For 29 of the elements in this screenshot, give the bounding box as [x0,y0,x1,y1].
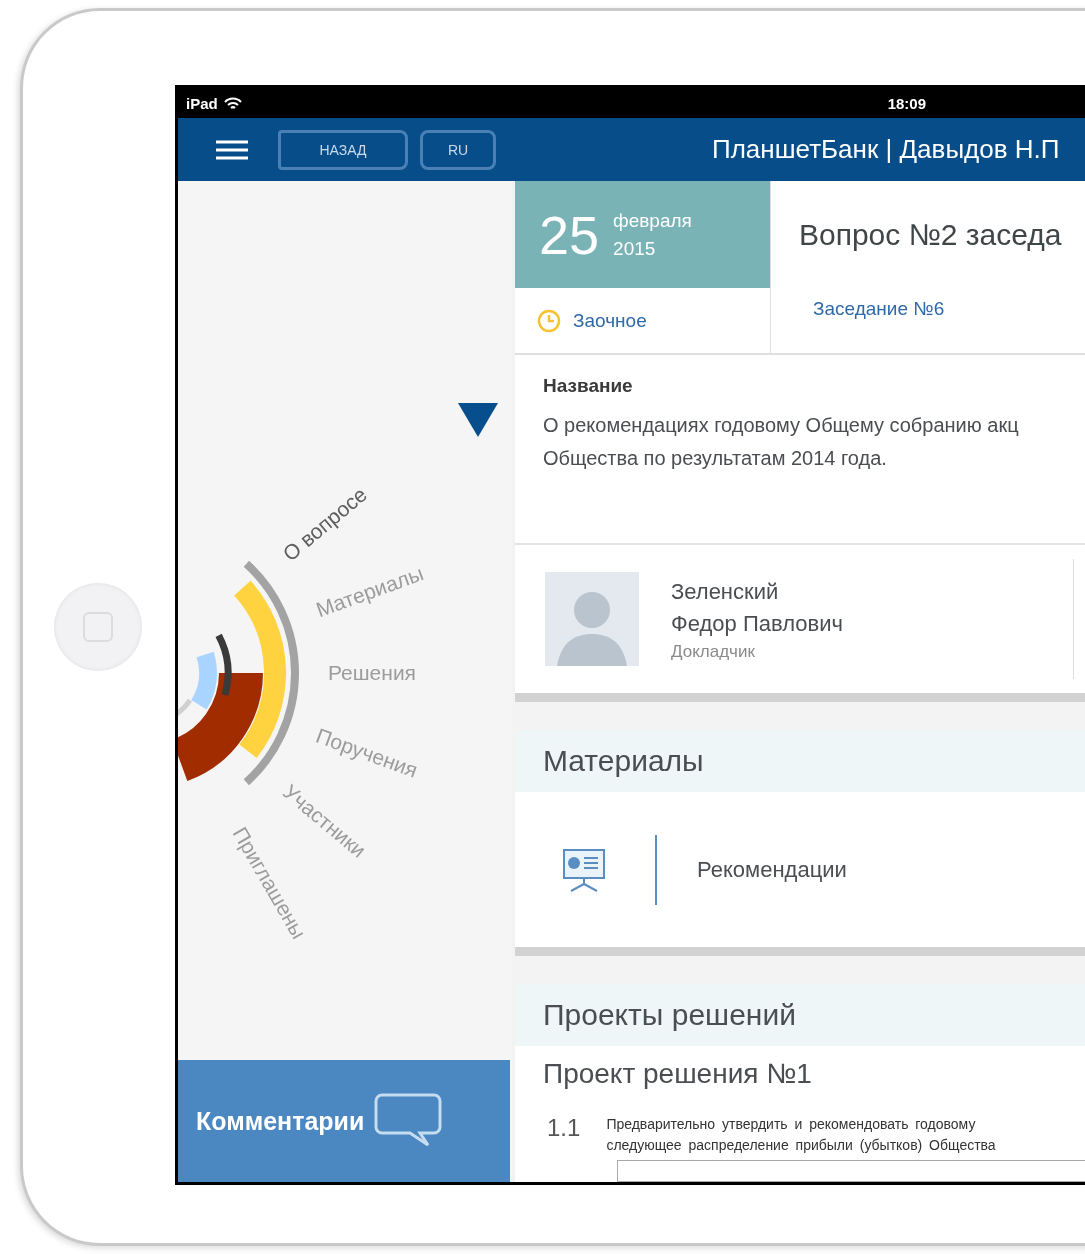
back-button[interactable]: НАЗАД [278,129,408,170]
date-year: 2015 [613,237,657,260]
meeting-link[interactable]: Заседание №6 [813,298,945,319]
status-time: 18:09 [887,94,927,112]
question-name: О рекомендациях годовому Общему собранию акц Общества по результатам 2014 года. [543,413,1020,471]
section-header: Материалы [515,730,1085,792]
menu-item[interactable]: Решения [328,660,416,686]
language-button[interactable]: RU [420,129,496,170]
speaker-name: Федор Павлович [671,610,843,638]
material-title[interactable]: Рекомендации [697,856,847,883]
date-day: 25 [539,203,600,266]
item-number: 1.1 [547,1114,581,1143]
app-title: ПланшетБанк | Давыдов Н.П [712,134,1060,165]
date-month: февраля [613,209,692,232]
comments-button[interactable]: Комментарии [178,1060,510,1182]
wifi-icon [223,96,242,110]
meeting-type: Заочное [573,309,647,332]
speaker-role: Докладчик [671,642,756,662]
speaker-surname: Зеленский [671,578,780,606]
question-title: Вопрос №2 заседа [798,216,1063,253]
project-title: Проект решения №1 [542,1057,813,1090]
section-label: Название [543,375,634,397]
section-header: Проекты решений [515,984,1085,1046]
device-name: iPad [186,94,218,112]
triangle-icon[interactable] [458,403,498,437]
menu-icon[interactable] [216,139,248,160]
presentation-icon [561,846,607,893]
clock-icon [537,308,561,333]
decision-text: Предварительно утвердить и рекомендовать годовому следующее распределение прибыли (убытков) Общества [606,1115,996,1155]
